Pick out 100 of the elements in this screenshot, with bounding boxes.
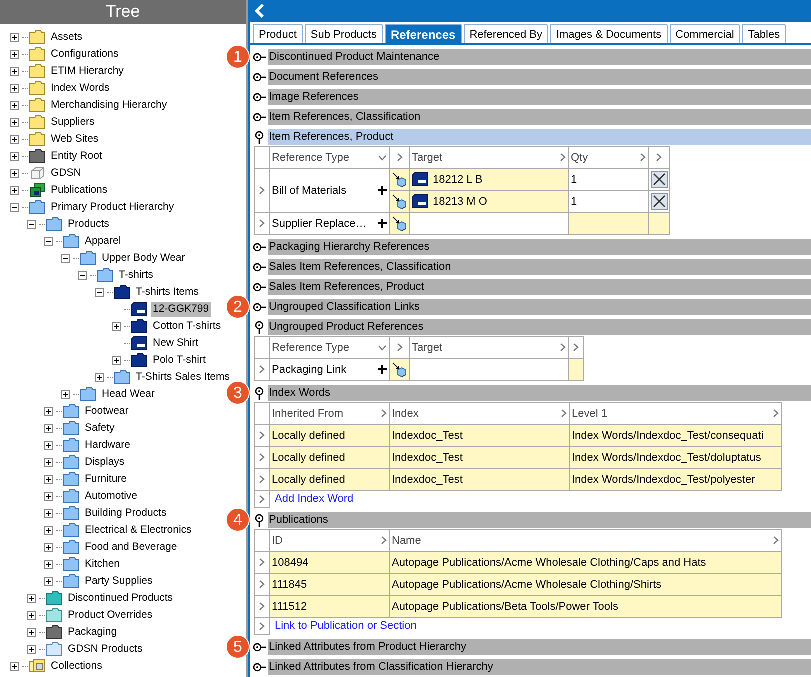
tree-item[interactable]: Configurations	[49, 47, 121, 62]
expand-toggle[interactable]	[44, 509, 52, 518]
section-header[interactable]: Ungrouped Product References	[268, 319, 811, 335]
expand-toggle[interactable]	[44, 560, 52, 569]
tree-item[interactable]: Footwear	[83, 404, 131, 419]
tree-item[interactable]: T-shirts Items	[134, 285, 202, 300]
tree-item[interactable]: Furniture	[83, 472, 130, 487]
tree-item[interactable]: Polo T-shirt	[151, 353, 208, 368]
section-header[interactable]: Ungrouped Classification Links	[268, 299, 811, 315]
chevron-icon[interactable]	[561, 409, 567, 418]
chevron-icon[interactable]	[381, 536, 387, 545]
pin-icon[interactable]	[252, 642, 266, 652]
tree-item[interactable]: Kitchen	[83, 557, 122, 572]
chevron-icon[interactable]	[259, 186, 265, 196]
section-header[interactable]: Linked Attributes from Classification Hierarchy	[268, 659, 811, 675]
expand-toggle[interactable]	[112, 322, 120, 331]
tree-item[interactable]: T-shirts	[117, 268, 156, 283]
section-header[interactable]: Publications	[268, 512, 811, 528]
expand-toggle[interactable]	[112, 356, 120, 365]
link-icon[interactable]	[392, 172, 408, 188]
link-icon[interactable]	[392, 216, 408, 232]
chevron-icon[interactable]	[259, 622, 265, 631]
tree-item[interactable]: Collections	[49, 659, 104, 674]
back-icon[interactable]	[255, 4, 265, 18]
chevron-icon[interactable]	[259, 494, 265, 504]
pin-icon[interactable]	[252, 302, 266, 312]
tree-item[interactable]: Automotive	[83, 489, 140, 504]
chevron-icon[interactable]	[560, 153, 566, 162]
tree-item[interactable]: Products	[66, 217, 112, 232]
tree-item[interactable]: Suppliers	[49, 115, 97, 130]
tree-item[interactable]: Displays	[83, 455, 127, 470]
expand-toggle[interactable]	[44, 424, 52, 433]
add-icon[interactable]	[378, 365, 387, 374]
expand-toggle[interactable]	[10, 135, 18, 144]
expand-toggle[interactable]	[26, 611, 36, 620]
pin-icon[interactable]	[252, 282, 266, 292]
expand-toggle[interactable]	[26, 628, 36, 637]
section-header[interactable]: Document References	[268, 69, 811, 85]
delete-button[interactable]	[650, 171, 668, 188]
collapse-toggle[interactable]	[10, 203, 18, 212]
pin-icon[interactable]	[252, 242, 266, 252]
pin-icon[interactable]	[252, 52, 266, 62]
pin-icon[interactable]	[252, 92, 266, 102]
expand-toggle[interactable]	[10, 50, 18, 59]
collapse-toggle[interactable]	[94, 288, 104, 297]
tree-item[interactable]: Safety	[83, 421, 117, 436]
chevron-icon[interactable]	[396, 153, 402, 162]
tree-item[interactable]: Index Words	[49, 81, 112, 96]
pin-icon[interactable]	[252, 72, 266, 82]
chevron-icon[interactable]	[773, 536, 779, 545]
chevron-icon[interactable]	[259, 453, 265, 462]
tree-item[interactable]: Electrical & Electronics	[83, 523, 194, 538]
link-icon[interactable]	[392, 194, 408, 210]
pin-icon[interactable]	[252, 662, 266, 672]
collapse-toggle[interactable]	[44, 237, 52, 246]
section-header[interactable]: Index Words	[268, 385, 811, 401]
tab[interactable]: Tables	[742, 24, 786, 43]
tree-item[interactable]: Apparel	[83, 234, 124, 249]
chevron-icon[interactable]	[773, 409, 779, 418]
expand-toggle[interactable]	[44, 441, 52, 450]
chevron-icon[interactable]	[259, 602, 265, 612]
tree-item[interactable]: Merchandising Hierarchy	[49, 98, 170, 113]
pin-icon[interactable]	[254, 386, 264, 400]
expand-toggle[interactable]	[10, 67, 18, 76]
expand-toggle[interactable]	[10, 33, 18, 42]
expand-toggle[interactable]	[26, 594, 36, 603]
tree-item[interactable]: Assets	[49, 30, 85, 45]
expand-toggle[interactable]	[10, 101, 18, 110]
tree-item[interactable]: Head Wear	[100, 387, 157, 402]
tree-item[interactable]: Publications	[49, 183, 110, 198]
add-link[interactable]: Add Index Word	[272, 493, 354, 506]
tree-item[interactable]: Product Overrides	[66, 608, 155, 623]
chevron-icon[interactable]	[259, 475, 265, 484]
expand-toggle[interactable]	[44, 577, 52, 586]
tree-item[interactable]: Entity Root	[49, 149, 104, 164]
expand-toggle[interactable]	[44, 543, 52, 552]
tree-item[interactable]: Food and Beverage	[83, 540, 180, 555]
dropdown-icon[interactable]	[378, 344, 387, 350]
tree-item[interactable]: Packaging	[66, 625, 120, 640]
chevron-icon[interactable]	[259, 558, 265, 568]
section-header[interactable]: Sales Item References, Product	[268, 279, 811, 295]
expand-toggle[interactable]	[10, 152, 18, 161]
expand-toggle[interactable]	[44, 458, 52, 467]
chevron-icon[interactable]	[381, 409, 387, 418]
expand-toggle[interactable]	[10, 186, 18, 195]
expand-toggle[interactable]	[94, 373, 104, 382]
section-header[interactable]: Sales Item References, Classification	[268, 259, 811, 275]
expand-toggle[interactable]	[26, 645, 36, 654]
tree-item[interactable]: Discontinued Products	[66, 591, 176, 606]
chevron-icon[interactable]	[396, 343, 402, 352]
expand-toggle[interactable]	[10, 84, 18, 93]
section-header[interactable]: Linked Attributes from Product Hierarchy	[268, 639, 811, 655]
expand-toggle[interactable]	[44, 475, 52, 484]
tree-item[interactable]: Party Supplies	[83, 574, 155, 589]
expand-toggle[interactable]	[10, 662, 18, 671]
chevron-icon[interactable]	[656, 153, 662, 162]
chevron-icon[interactable]	[259, 365, 265, 374]
tab[interactable]: Images & Documents	[550, 24, 668, 43]
expand-toggle[interactable]	[44, 526, 52, 535]
section-header[interactable]: Discontinued Product Maintenance	[268, 49, 811, 65]
